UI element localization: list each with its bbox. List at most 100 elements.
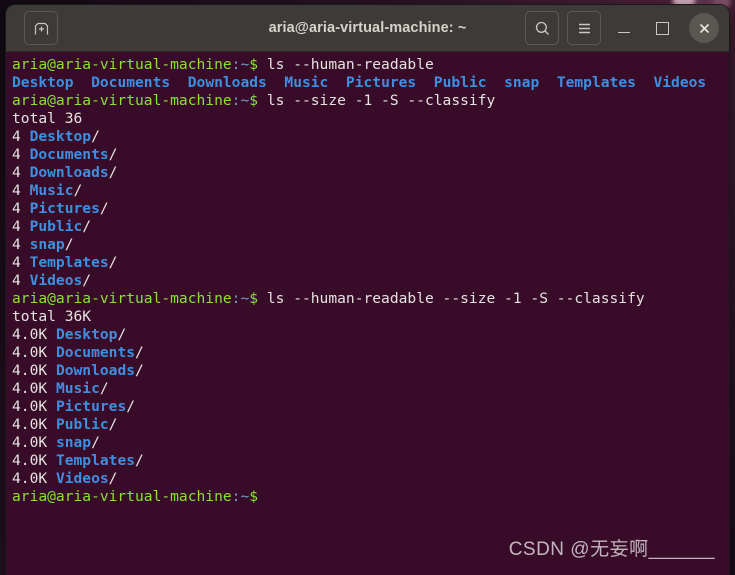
output-line-entry: 4 Pictures/ [12, 200, 729, 218]
classify-suffix: / [64, 236, 74, 253]
entry-size: 4 [12, 182, 30, 199]
output-line-entry: 4 Desktop/ [12, 128, 729, 146]
prompt-dollar: $ [249, 56, 259, 73]
output-line-entry: 4.0K Videos/ [12, 470, 729, 488]
terminal-cursor [258, 488, 266, 503]
dir-name: Desktop [55, 326, 118, 343]
classify-suffix: / [117, 326, 127, 343]
command-line: aria@aria-virtual-machine:~$ ls --human-… [12, 56, 729, 74]
close-icon [699, 23, 709, 33]
search-icon [535, 21, 549, 35]
search-button[interactable] [525, 11, 559, 45]
classify-suffix: / [108, 470, 118, 487]
dir-name: Pictures [29, 200, 100, 217]
minimize-icon [618, 31, 630, 33]
output-line-entry: 4.0K Public/ [12, 416, 729, 434]
new-tab-button[interactable] [24, 11, 58, 45]
dir-name: Downloads [29, 164, 109, 181]
close-button[interactable] [689, 13, 719, 43]
entry-size: 4.0K [12, 470, 56, 487]
output-line-listing: Desktop Documents Downloads Music Pictur… [12, 74, 729, 92]
maximize-icon [655, 21, 669, 35]
terminal-window: aria@aria-virtual-machine: ~ aria@aria-v… [6, 5, 729, 575]
command-line: aria@aria-virtual-machine:~$ ls --size -… [12, 92, 729, 110]
maximize-button[interactable] [647, 13, 677, 43]
dir-name: Downloads [187, 74, 267, 91]
output-line-entry: 4 Music/ [12, 182, 729, 200]
dir-name: Videos [29, 272, 83, 289]
dir-name: snap [55, 434, 92, 451]
entry-size: 4.0K [12, 398, 56, 415]
entry-size: 4.0K [12, 452, 56, 469]
prompt-path: ~ [240, 56, 250, 73]
dir-name: Templates [29, 254, 109, 271]
minimize-button[interactable] [609, 13, 639, 43]
dir-name: Videos [55, 470, 109, 487]
dir-name: Music [29, 182, 74, 199]
window-titlebar[interactable]: aria@aria-virtual-machine: ~ [6, 5, 729, 52]
dir-name: Public [433, 74, 487, 91]
output-line-total: total 36K [12, 308, 729, 326]
output-line-entry: 4.0K Downloads/ [12, 362, 729, 380]
dir-name: Music [55, 380, 100, 397]
entry-size: 4 [12, 146, 30, 163]
prompt-dollar: $ [249, 290, 259, 307]
dir-name: Pictures [345, 74, 417, 91]
prompt-path: ~ [240, 92, 250, 109]
classify-suffix: / [108, 254, 118, 271]
classify-suffix: / [99, 200, 109, 217]
terminal-text: aria@aria-virtual-machine:~$ ls --human-… [12, 56, 729, 506]
screenshot-root: aria@aria-virtual-machine: ~ aria@aria-v… [0, 0, 735, 575]
dir-name: Pictures [55, 398, 127, 415]
entry-size: 4 [12, 218, 30, 235]
prompt-dollar: $ [249, 488, 259, 505]
hamburger-menu-icon [578, 23, 590, 33]
classify-suffix: / [108, 416, 118, 433]
dir-name: Desktop [29, 128, 92, 145]
output-line-entry: 4.0K snap/ [12, 434, 729, 452]
classify-suffix: / [126, 398, 136, 415]
menu-button[interactable] [567, 11, 601, 45]
output-line-entry: 4 Downloads/ [12, 164, 729, 182]
titlebar-controls [525, 11, 723, 45]
output-line-entry: 4 snap/ [12, 236, 729, 254]
total-text: total 36K [12, 308, 92, 325]
dir-name: snap [504, 74, 540, 91]
entry-size: 4 [12, 254, 30, 271]
command-line-active: aria@aria-virtual-machine:~$ [12, 488, 729, 506]
classify-suffix: / [91, 434, 100, 451]
watermark: CSDN @无妄啊______ [508, 539, 715, 560]
prompt-path: ~ [240, 290, 250, 307]
dir-name: Downloads [55, 362, 136, 379]
dir-name: Public [55, 416, 109, 433]
classify-suffix: / [91, 128, 100, 145]
terminal-output-area[interactable]: aria@aria-virtual-machine:~$ ls --human-… [6, 52, 729, 575]
output-line-entry: 4 Documents/ [12, 146, 729, 164]
entry-size: 4.0K [12, 326, 56, 343]
dir-name: Public [29, 218, 83, 235]
output-line-entry: 4 Templates/ [12, 254, 729, 272]
new-tab-icon [34, 22, 48, 34]
classify-suffix: / [99, 380, 109, 397]
output-line-entry: 4.0K Music/ [12, 380, 729, 398]
entry-size: 4.0K [12, 344, 56, 361]
classify-suffix: / [108, 164, 118, 181]
classify-suffix: / [108, 146, 118, 163]
prompt-userhost: aria@aria-virtual-machine [12, 56, 232, 73]
prompt-userhost: aria@aria-virtual-machine [12, 290, 232, 307]
command-line: aria@aria-virtual-machine:~$ ls --human-… [12, 290, 729, 308]
dir-name: Videos [653, 74, 707, 91]
entry-size: 4.0K [12, 362, 56, 379]
classify-suffix: / [82, 218, 92, 235]
classify-suffix: / [135, 344, 144, 361]
classify-suffix: / [82, 272, 92, 289]
prompt-userhost: aria@aria-virtual-machine [12, 92, 232, 109]
dir-name: Templates [556, 74, 636, 91]
